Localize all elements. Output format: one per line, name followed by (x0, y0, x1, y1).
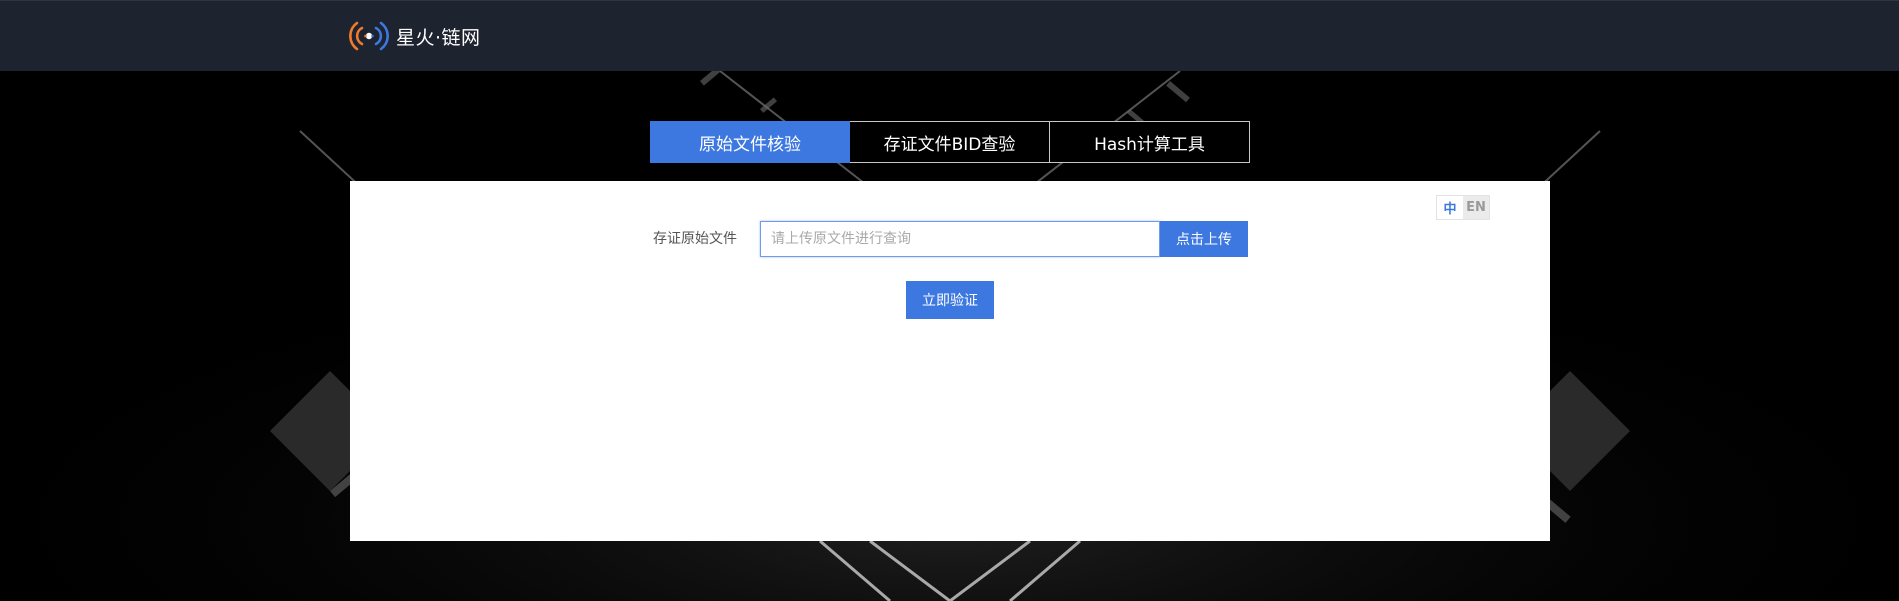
broadcast-signal-icon (349, 21, 389, 51)
logo-text: 星火·链网 (396, 26, 481, 49)
tab-original-file-verify[interactable]: 原始文件核验 (650, 121, 850, 163)
upload-button[interactable]: 点击上传 (1160, 221, 1248, 257)
tool-tabs: 原始文件核验 存证文件BID查验 Hash计算工具 (650, 121, 1250, 163)
file-field-label: 存证原始文件 (653, 231, 737, 247)
file-upload-row: 存证原始文件 点击上传 (350, 221, 1550, 257)
verify-now-button[interactable]: 立即验证 (906, 281, 994, 319)
site-logo[interactable]: 星火·链网 (348, 19, 481, 53)
top-nav-bar: 星火·链网 (0, 0, 1899, 71)
verify-panel: 中 EN 存证原始文件 点击上传 立即验证 (350, 181, 1550, 541)
tab-bid-lookup[interactable]: 存证文件BID查验 (850, 121, 1050, 163)
tab-hash-tool[interactable]: Hash计算工具 (1050, 121, 1250, 163)
file-path-input[interactable] (760, 221, 1160, 257)
lang-option-en[interactable]: EN (1463, 196, 1489, 219)
language-switch: 中 EN (1436, 195, 1490, 220)
lang-option-zh[interactable]: 中 (1437, 196, 1463, 219)
